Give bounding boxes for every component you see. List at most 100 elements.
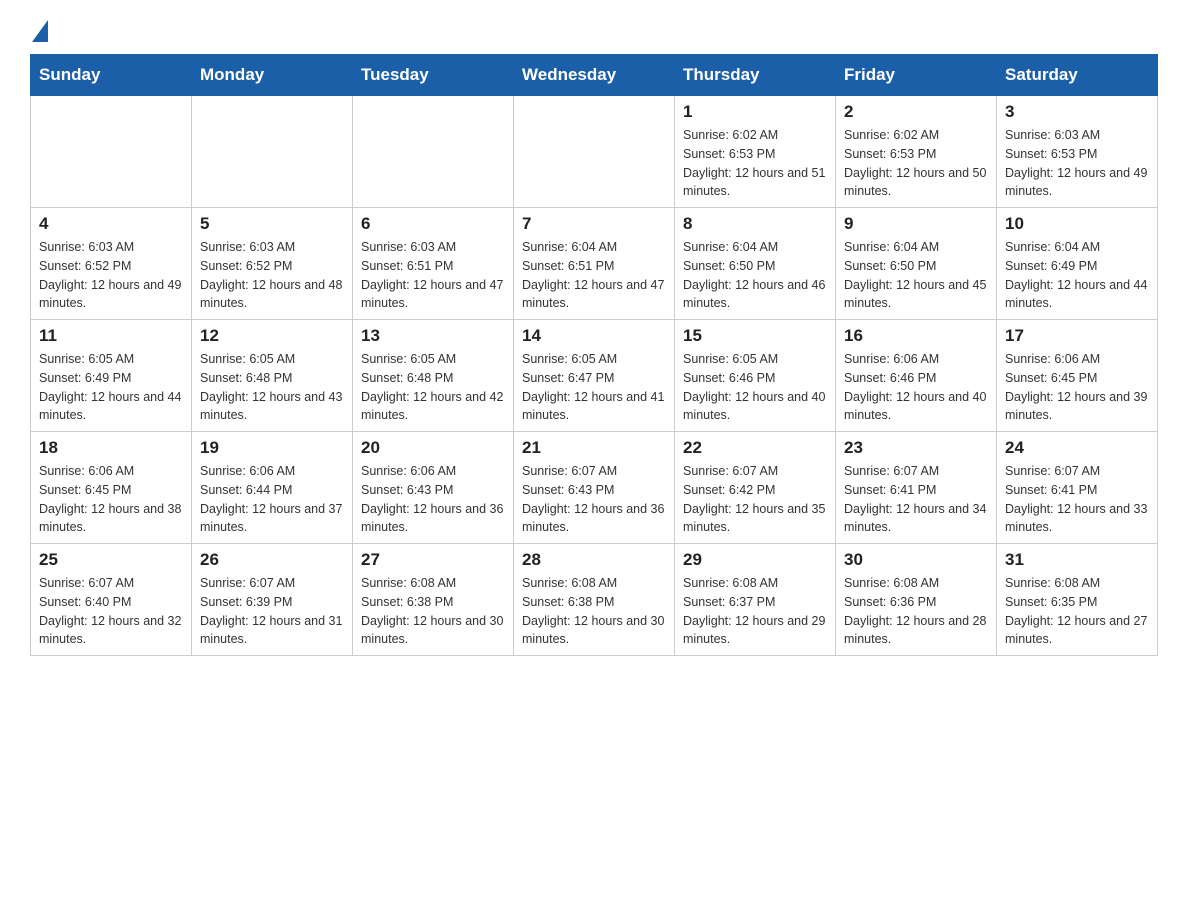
day-info: Sunrise: 6:07 AMSunset: 6:40 PMDaylight:… xyxy=(39,574,183,649)
day-number: 31 xyxy=(1005,550,1149,570)
day-number: 6 xyxy=(361,214,505,234)
calendar-cell: 4Sunrise: 6:03 AMSunset: 6:52 PMDaylight… xyxy=(31,208,192,320)
calendar-week-row: 18 Sunrise: 6:06 AMSunset: 6:45 PMDayligh… xyxy=(31,432,1158,544)
calendar-cell: 21Sunrise: 6:07 AMSunset: 6:43 PMDayligh… xyxy=(514,432,675,544)
calendar-cell: 17 Sunrise: 6:06 AMSunset: 6:45 PMDayligh… xyxy=(997,320,1158,432)
calendar-cell: 1 Sunrise: 6:02 AMSunset: 6:53 PMDaylight… xyxy=(675,96,836,208)
day-number: 29 xyxy=(683,550,827,570)
day-number: 11 xyxy=(39,326,183,346)
day-number: 8 xyxy=(683,214,827,234)
day-number: 1 xyxy=(683,102,827,122)
day-number: 30 xyxy=(844,550,988,570)
day-number: 2 xyxy=(844,102,988,122)
day-info: Sunrise: 6:05 AMSunset: 6:49 PMDaylight:… xyxy=(39,350,183,425)
weekday-header-wednesday: Wednesday xyxy=(514,55,675,96)
weekday-header-row: SundayMondayTuesdayWednesdayThursdayFrid… xyxy=(31,55,1158,96)
day-number: 27 xyxy=(361,550,505,570)
day-info: Sunrise: 6:06 AMSunset: 6:46 PMDaylight:… xyxy=(844,350,988,425)
calendar-cell: 27 Sunrise: 6:08 AMSunset: 6:38 PMDayligh… xyxy=(353,544,514,656)
calendar-cell: 12Sunrise: 6:05 AMSunset: 6:48 PMDayligh… xyxy=(192,320,353,432)
day-info: Sunrise: 6:03 AMSunset: 6:53 PMDaylight:… xyxy=(1005,126,1149,201)
day-info: Sunrise: 6:06 AMSunset: 6:43 PMDaylight:… xyxy=(361,462,505,537)
day-info: Sunrise: 6:05 AMSunset: 6:47 PMDaylight:… xyxy=(522,350,666,425)
day-info: Sunrise: 6:02 AMSunset: 6:53 PMDaylight:… xyxy=(844,126,988,201)
day-info: Sunrise: 6:03 AMSunset: 6:52 PMDaylight:… xyxy=(39,238,183,313)
calendar-cell xyxy=(514,96,675,208)
day-number: 10 xyxy=(1005,214,1149,234)
day-info: Sunrise: 6:03 AMSunset: 6:51 PMDaylight:… xyxy=(361,238,505,313)
day-number: 25 xyxy=(39,550,183,570)
calendar-cell: 30 Sunrise: 6:08 AMSunset: 6:36 PMDayligh… xyxy=(836,544,997,656)
calendar-cell: 6 Sunrise: 6:03 AMSunset: 6:51 PMDaylight… xyxy=(353,208,514,320)
day-number: 20 xyxy=(361,438,505,458)
day-info: Sunrise: 6:06 AMSunset: 6:45 PMDaylight:… xyxy=(39,462,183,537)
calendar-cell: 2 Sunrise: 6:02 AMSunset: 6:53 PMDaylight… xyxy=(836,96,997,208)
calendar-cell: 10Sunrise: 6:04 AMSunset: 6:49 PMDayligh… xyxy=(997,208,1158,320)
day-info: Sunrise: 6:08 AMSunset: 6:37 PMDaylight:… xyxy=(683,574,827,649)
calendar-cell: 28 Sunrise: 6:08 AMSunset: 6:38 PMDayligh… xyxy=(514,544,675,656)
day-info: Sunrise: 6:08 AMSunset: 6:35 PMDaylight:… xyxy=(1005,574,1149,649)
calendar-cell: 5 Sunrise: 6:03 AMSunset: 6:52 PMDaylight… xyxy=(192,208,353,320)
day-number: 15 xyxy=(683,326,827,346)
day-number: 18 xyxy=(39,438,183,458)
day-info: Sunrise: 6:06 AMSunset: 6:45 PMDaylight:… xyxy=(1005,350,1149,425)
calendar-cell xyxy=(353,96,514,208)
day-info: Sunrise: 6:07 AMSunset: 6:41 PMDaylight:… xyxy=(1005,462,1149,537)
calendar-cell: 7 Sunrise: 6:04 AMSunset: 6:51 PMDaylight… xyxy=(514,208,675,320)
day-info: Sunrise: 6:02 AMSunset: 6:53 PMDaylight:… xyxy=(683,126,827,201)
day-info: Sunrise: 6:05 AMSunset: 6:46 PMDaylight:… xyxy=(683,350,827,425)
logo xyxy=(30,20,48,44)
calendar-cell: 20 Sunrise: 6:06 AMSunset: 6:43 PMDayligh… xyxy=(353,432,514,544)
day-number: 13 xyxy=(361,326,505,346)
weekday-header-saturday: Saturday xyxy=(997,55,1158,96)
day-number: 12 xyxy=(200,326,344,346)
calendar-cell: 13 Sunrise: 6:05 AMSunset: 6:48 PMDayligh… xyxy=(353,320,514,432)
calendar-table: SundayMondayTuesdayWednesdayThursdayFrid… xyxy=(30,54,1158,656)
day-number: 7 xyxy=(522,214,666,234)
day-info: Sunrise: 6:08 AMSunset: 6:36 PMDaylight:… xyxy=(844,574,988,649)
day-number: 19 xyxy=(200,438,344,458)
calendar-week-row: 11 Sunrise: 6:05 AMSunset: 6:49 PMDayligh… xyxy=(31,320,1158,432)
calendar-cell: 11 Sunrise: 6:05 AMSunset: 6:49 PMDayligh… xyxy=(31,320,192,432)
day-info: Sunrise: 6:08 AMSunset: 6:38 PMDaylight:… xyxy=(361,574,505,649)
calendar-cell: 9 Sunrise: 6:04 AMSunset: 6:50 PMDaylight… xyxy=(836,208,997,320)
day-info: Sunrise: 6:07 AMSunset: 6:41 PMDaylight:… xyxy=(844,462,988,537)
calendar-week-row: 25 Sunrise: 6:07 AMSunset: 6:40 PMDayligh… xyxy=(31,544,1158,656)
day-number: 24 xyxy=(1005,438,1149,458)
day-number: 21 xyxy=(522,438,666,458)
day-number: 5 xyxy=(200,214,344,234)
calendar-cell: 22 Sunrise: 6:07 AMSunset: 6:42 PMDayligh… xyxy=(675,432,836,544)
day-info: Sunrise: 6:05 AMSunset: 6:48 PMDaylight:… xyxy=(361,350,505,425)
calendar-cell: 14Sunrise: 6:05 AMSunset: 6:47 PMDayligh… xyxy=(514,320,675,432)
day-number: 23 xyxy=(844,438,988,458)
logo-triangle-icon xyxy=(32,20,48,42)
calendar-cell: 23 Sunrise: 6:07 AMSunset: 6:41 PMDayligh… xyxy=(836,432,997,544)
day-number: 3 xyxy=(1005,102,1149,122)
calendar-cell: 19Sunrise: 6:06 AMSunset: 6:44 PMDayligh… xyxy=(192,432,353,544)
day-number: 28 xyxy=(522,550,666,570)
calendar-cell xyxy=(31,96,192,208)
day-number: 17 xyxy=(1005,326,1149,346)
calendar-cell: 18 Sunrise: 6:06 AMSunset: 6:45 PMDayligh… xyxy=(31,432,192,544)
day-number: 22 xyxy=(683,438,827,458)
calendar-cell xyxy=(192,96,353,208)
calendar-week-row: 4Sunrise: 6:03 AMSunset: 6:52 PMDaylight… xyxy=(31,208,1158,320)
calendar-cell: 24 Sunrise: 6:07 AMSunset: 6:41 PMDayligh… xyxy=(997,432,1158,544)
day-number: 9 xyxy=(844,214,988,234)
day-info: Sunrise: 6:04 AMSunset: 6:51 PMDaylight:… xyxy=(522,238,666,313)
header xyxy=(30,20,1158,44)
day-number: 26 xyxy=(200,550,344,570)
weekday-header-sunday: Sunday xyxy=(31,55,192,96)
day-info: Sunrise: 6:07 AMSunset: 6:42 PMDaylight:… xyxy=(683,462,827,537)
day-info: Sunrise: 6:08 AMSunset: 6:38 PMDaylight:… xyxy=(522,574,666,649)
day-info: Sunrise: 6:04 AMSunset: 6:50 PMDaylight:… xyxy=(844,238,988,313)
day-info: Sunrise: 6:04 AMSunset: 6:50 PMDaylight:… xyxy=(683,238,827,313)
weekday-header-thursday: Thursday xyxy=(675,55,836,96)
calendar-week-row: 1 Sunrise: 6:02 AMSunset: 6:53 PMDaylight… xyxy=(31,96,1158,208)
day-info: Sunrise: 6:03 AMSunset: 6:52 PMDaylight:… xyxy=(200,238,344,313)
calendar-cell: 8 Sunrise: 6:04 AMSunset: 6:50 PMDaylight… xyxy=(675,208,836,320)
weekday-header-tuesday: Tuesday xyxy=(353,55,514,96)
calendar-cell: 3 Sunrise: 6:03 AMSunset: 6:53 PMDaylight… xyxy=(997,96,1158,208)
calendar-cell: 26Sunrise: 6:07 AMSunset: 6:39 PMDayligh… xyxy=(192,544,353,656)
calendar-cell: 16Sunrise: 6:06 AMSunset: 6:46 PMDayligh… xyxy=(836,320,997,432)
